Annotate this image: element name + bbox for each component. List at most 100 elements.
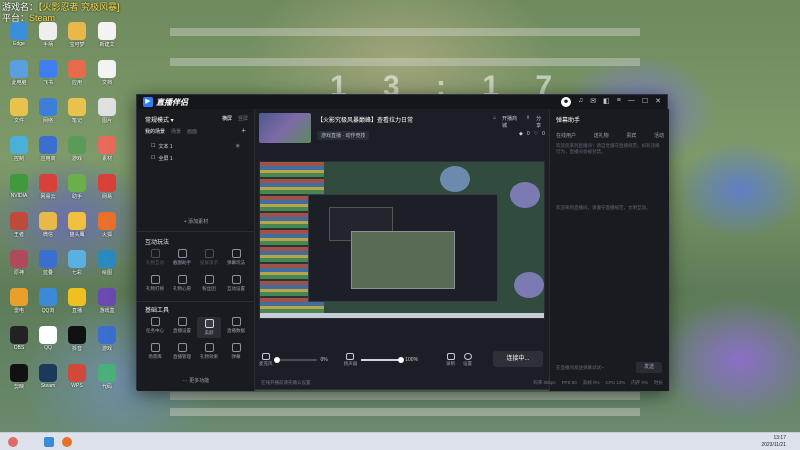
open-shop-button[interactable]: 开播商城 bbox=[502, 115, 520, 129]
desktop-shortcut-icon[interactable]: QQ bbox=[33, 326, 63, 351]
tool-item[interactable]: 弹幕玩法 bbox=[224, 249, 248, 266]
desktop-shortcut-icon[interactable]: 猫头鹰 bbox=[62, 212, 92, 238]
tool-item[interactable]: 美颜 bbox=[197, 317, 221, 338]
desktop-shortcut-icon[interactable]: 飞书 bbox=[33, 60, 63, 86]
record-button[interactable]: 录制 bbox=[446, 353, 455, 367]
tool-item[interactable]: 礼物心愿 bbox=[170, 275, 194, 292]
desktop-shortcut-icon[interactable]: 笔记 bbox=[62, 98, 92, 124]
tool-item[interactable]: 互动设置 bbox=[224, 275, 248, 292]
desktop-shortcut-icon[interactable]: 图片 bbox=[92, 98, 122, 124]
more-tools-button[interactable]: ⋯ 更多功能 bbox=[137, 377, 255, 384]
headset-icon[interactable]: ♫ bbox=[578, 97, 583, 107]
add-scene-icon[interactable]: + bbox=[241, 126, 246, 135]
tool-item[interactable]: 投屏演示 bbox=[197, 249, 221, 266]
scene-tab-1[interactable]: 场景 bbox=[171, 128, 181, 135]
desktop-shortcut-icon[interactable]: 文档 bbox=[92, 60, 122, 86]
tool-item[interactable]: 礼物打榜 bbox=[143, 275, 167, 292]
share-icon[interactable]: ⇪ bbox=[526, 115, 530, 129]
desktop-shortcut-icon[interactable]: 雷电 bbox=[4, 288, 34, 314]
mic-volume-knob[interactable] bbox=[273, 357, 280, 363]
mic-toggle[interactable]: 麦克风 bbox=[259, 353, 273, 367]
portrait-tab[interactable]: 竖屏 bbox=[238, 115, 248, 122]
desktop-shortcut-icon[interactable]: 素材 bbox=[92, 136, 122, 162]
desktop-shortcut-icon[interactable]: 绘图 bbox=[92, 250, 122, 276]
message-icon[interactable]: ✉ bbox=[590, 97, 596, 107]
tool-item[interactable]: 直播设置 bbox=[170, 317, 194, 334]
desktop-shortcut-icon[interactable]: 蓝叠 bbox=[33, 250, 63, 276]
tool-item[interactable]: 直播管理 bbox=[170, 343, 194, 360]
source-item[interactable]: ☐ 文本 1 bbox=[151, 143, 173, 150]
desktop-shortcut-icon[interactable]: QQ浏 bbox=[33, 288, 63, 314]
desktop-shortcut-icon[interactable]: 手柄 bbox=[33, 22, 63, 48]
tool-item[interactable]: 礼物效果 bbox=[197, 343, 221, 360]
desktop-shortcut-icon[interactable]: 应用商 bbox=[33, 136, 63, 162]
maximize-icon[interactable]: ☐ bbox=[642, 97, 648, 107]
mode-selector[interactable]: 常规模式 ▾ bbox=[145, 115, 174, 124]
tab-vip[interactable]: 贵宾 bbox=[626, 132, 636, 139]
scene-tab-2[interactable]: 画面 bbox=[187, 128, 197, 135]
desktop-shortcut-icon[interactable]: 王者 bbox=[4, 212, 34, 238]
taskbar-clock[interactable]: 13:17 2023/11/21 bbox=[761, 435, 786, 449]
menu-icon[interactable]: ≡ bbox=[617, 97, 621, 107]
live-title[interactable]: 【火影究极风暴巅峰】查看拉力日常 bbox=[317, 115, 413, 124]
tool-item[interactable]: 弹幕 bbox=[224, 343, 248, 360]
desktop-shortcut-icon[interactable]: Edge bbox=[4, 22, 34, 47]
stream-preview[interactable] bbox=[259, 161, 545, 319]
desktop-shortcut-icon[interactable]: 微信 bbox=[33, 212, 63, 238]
desktop-shortcut-icon[interactable]: 控制 bbox=[4, 136, 34, 162]
desktop-shortcut-icon[interactable]: 网易 bbox=[92, 174, 122, 200]
source-item[interactable]: ☐ 全屏 1 bbox=[151, 155, 173, 162]
share-button[interactable]: 分享 bbox=[536, 115, 545, 129]
speaker-volume-knob[interactable] bbox=[398, 357, 405, 363]
desktop-shortcut-icon[interactable]: 新建文 bbox=[92, 22, 122, 48]
desktop-shortcut-icon[interactable]: 游戏 bbox=[62, 136, 92, 162]
desktop-shortcut-icon[interactable]: OBS bbox=[4, 326, 34, 351]
desktop-shortcut-icon[interactable]: 七彩 bbox=[62, 250, 92, 276]
add-material-button[interactable]: + 添加素材 bbox=[137, 218, 255, 225]
tool-item[interactable]: 直播数据 bbox=[224, 317, 248, 334]
user-avatar[interactable]: ☻ bbox=[561, 97, 571, 107]
skin-icon[interactable]: ◧ bbox=[603, 97, 610, 107]
source-check-icon[interactable]: ☐ bbox=[151, 155, 155, 162]
desktop-shortcut-icon[interactable]: 此电脑 bbox=[4, 60, 34, 86]
speaker-volume-slider[interactable] bbox=[361, 357, 405, 363]
tool-item[interactable]: 任务中心 bbox=[143, 317, 167, 334]
desktop-shortcut-icon[interactable]: 网络 bbox=[33, 98, 63, 124]
send-button[interactable]: 发送 bbox=[636, 362, 662, 373]
desktop-shortcut-icon[interactable]: NVIDIA bbox=[4, 174, 34, 199]
visibility-icon[interactable]: ◉ bbox=[236, 143, 240, 149]
desktop-shortcut-icon[interactable]: 助手 bbox=[62, 174, 92, 200]
tab-online-users[interactable]: 在线用户 bbox=[556, 132, 576, 139]
settings-button[interactable]: 设置 bbox=[463, 353, 472, 367]
tab-gifts[interactable]: 送礼物 bbox=[594, 132, 609, 139]
desktop-shortcut-icon[interactable]: 原神 bbox=[4, 250, 34, 276]
desktop-shortcut-icon[interactable]: 应用 bbox=[62, 60, 92, 86]
tool-item[interactable]: 礼物互动 bbox=[143, 249, 167, 266]
desktop-shortcut-icon[interactable]: 宝可梦 bbox=[62, 22, 92, 48]
danmaku-input[interactable]: 在直播间发送弹幕试试~ bbox=[556, 363, 630, 373]
desktop-shortcut-icon[interactable]: 抖音 bbox=[62, 326, 92, 352]
source-check-icon[interactable]: ☐ bbox=[151, 143, 155, 150]
desktop-shortcut-icon[interactable]: Steam bbox=[33, 364, 63, 389]
scene-tab-0[interactable]: 我的场景 bbox=[145, 128, 165, 135]
taskbar-app-icon[interactable] bbox=[44, 437, 54, 447]
desktop-shortcut-icon[interactable]: 代码 bbox=[92, 364, 122, 390]
taskbar-app-icon[interactable] bbox=[62, 437, 72, 447]
start-live-button[interactable]: 连接中... bbox=[493, 351, 543, 367]
tab-activity[interactable]: 活动 bbox=[654, 132, 664, 139]
desktop-shortcut-icon[interactable]: WPS bbox=[62, 364, 92, 389]
desktop-shortcut-icon[interactable]: 火狐 bbox=[92, 212, 122, 238]
landscape-tab[interactable]: 横屏 bbox=[222, 115, 232, 122]
desktop-shortcut-icon[interactable]: 游戏 bbox=[92, 326, 122, 352]
minimize-icon[interactable]: — bbox=[628, 97, 635, 107]
tool-item[interactable]: 截图助手 bbox=[170, 249, 194, 266]
speaker-toggle[interactable]: 扬声器 bbox=[344, 353, 357, 367]
desktop-shortcut-icon[interactable]: 直播 bbox=[62, 288, 92, 314]
tool-item[interactable]: 粉丝团 bbox=[197, 275, 221, 292]
start-icon[interactable] bbox=[8, 437, 18, 447]
desktop-shortcut-icon[interactable]: 剪映 bbox=[4, 364, 34, 390]
stream-cover-thumbnail[interactable] bbox=[259, 113, 311, 143]
desktop-shortcut-icon[interactable]: 网易云 bbox=[33, 174, 63, 200]
tool-item[interactable]: 场景库 bbox=[143, 343, 167, 360]
desktop-shortcut-icon[interactable]: 文件 bbox=[4, 98, 34, 124]
